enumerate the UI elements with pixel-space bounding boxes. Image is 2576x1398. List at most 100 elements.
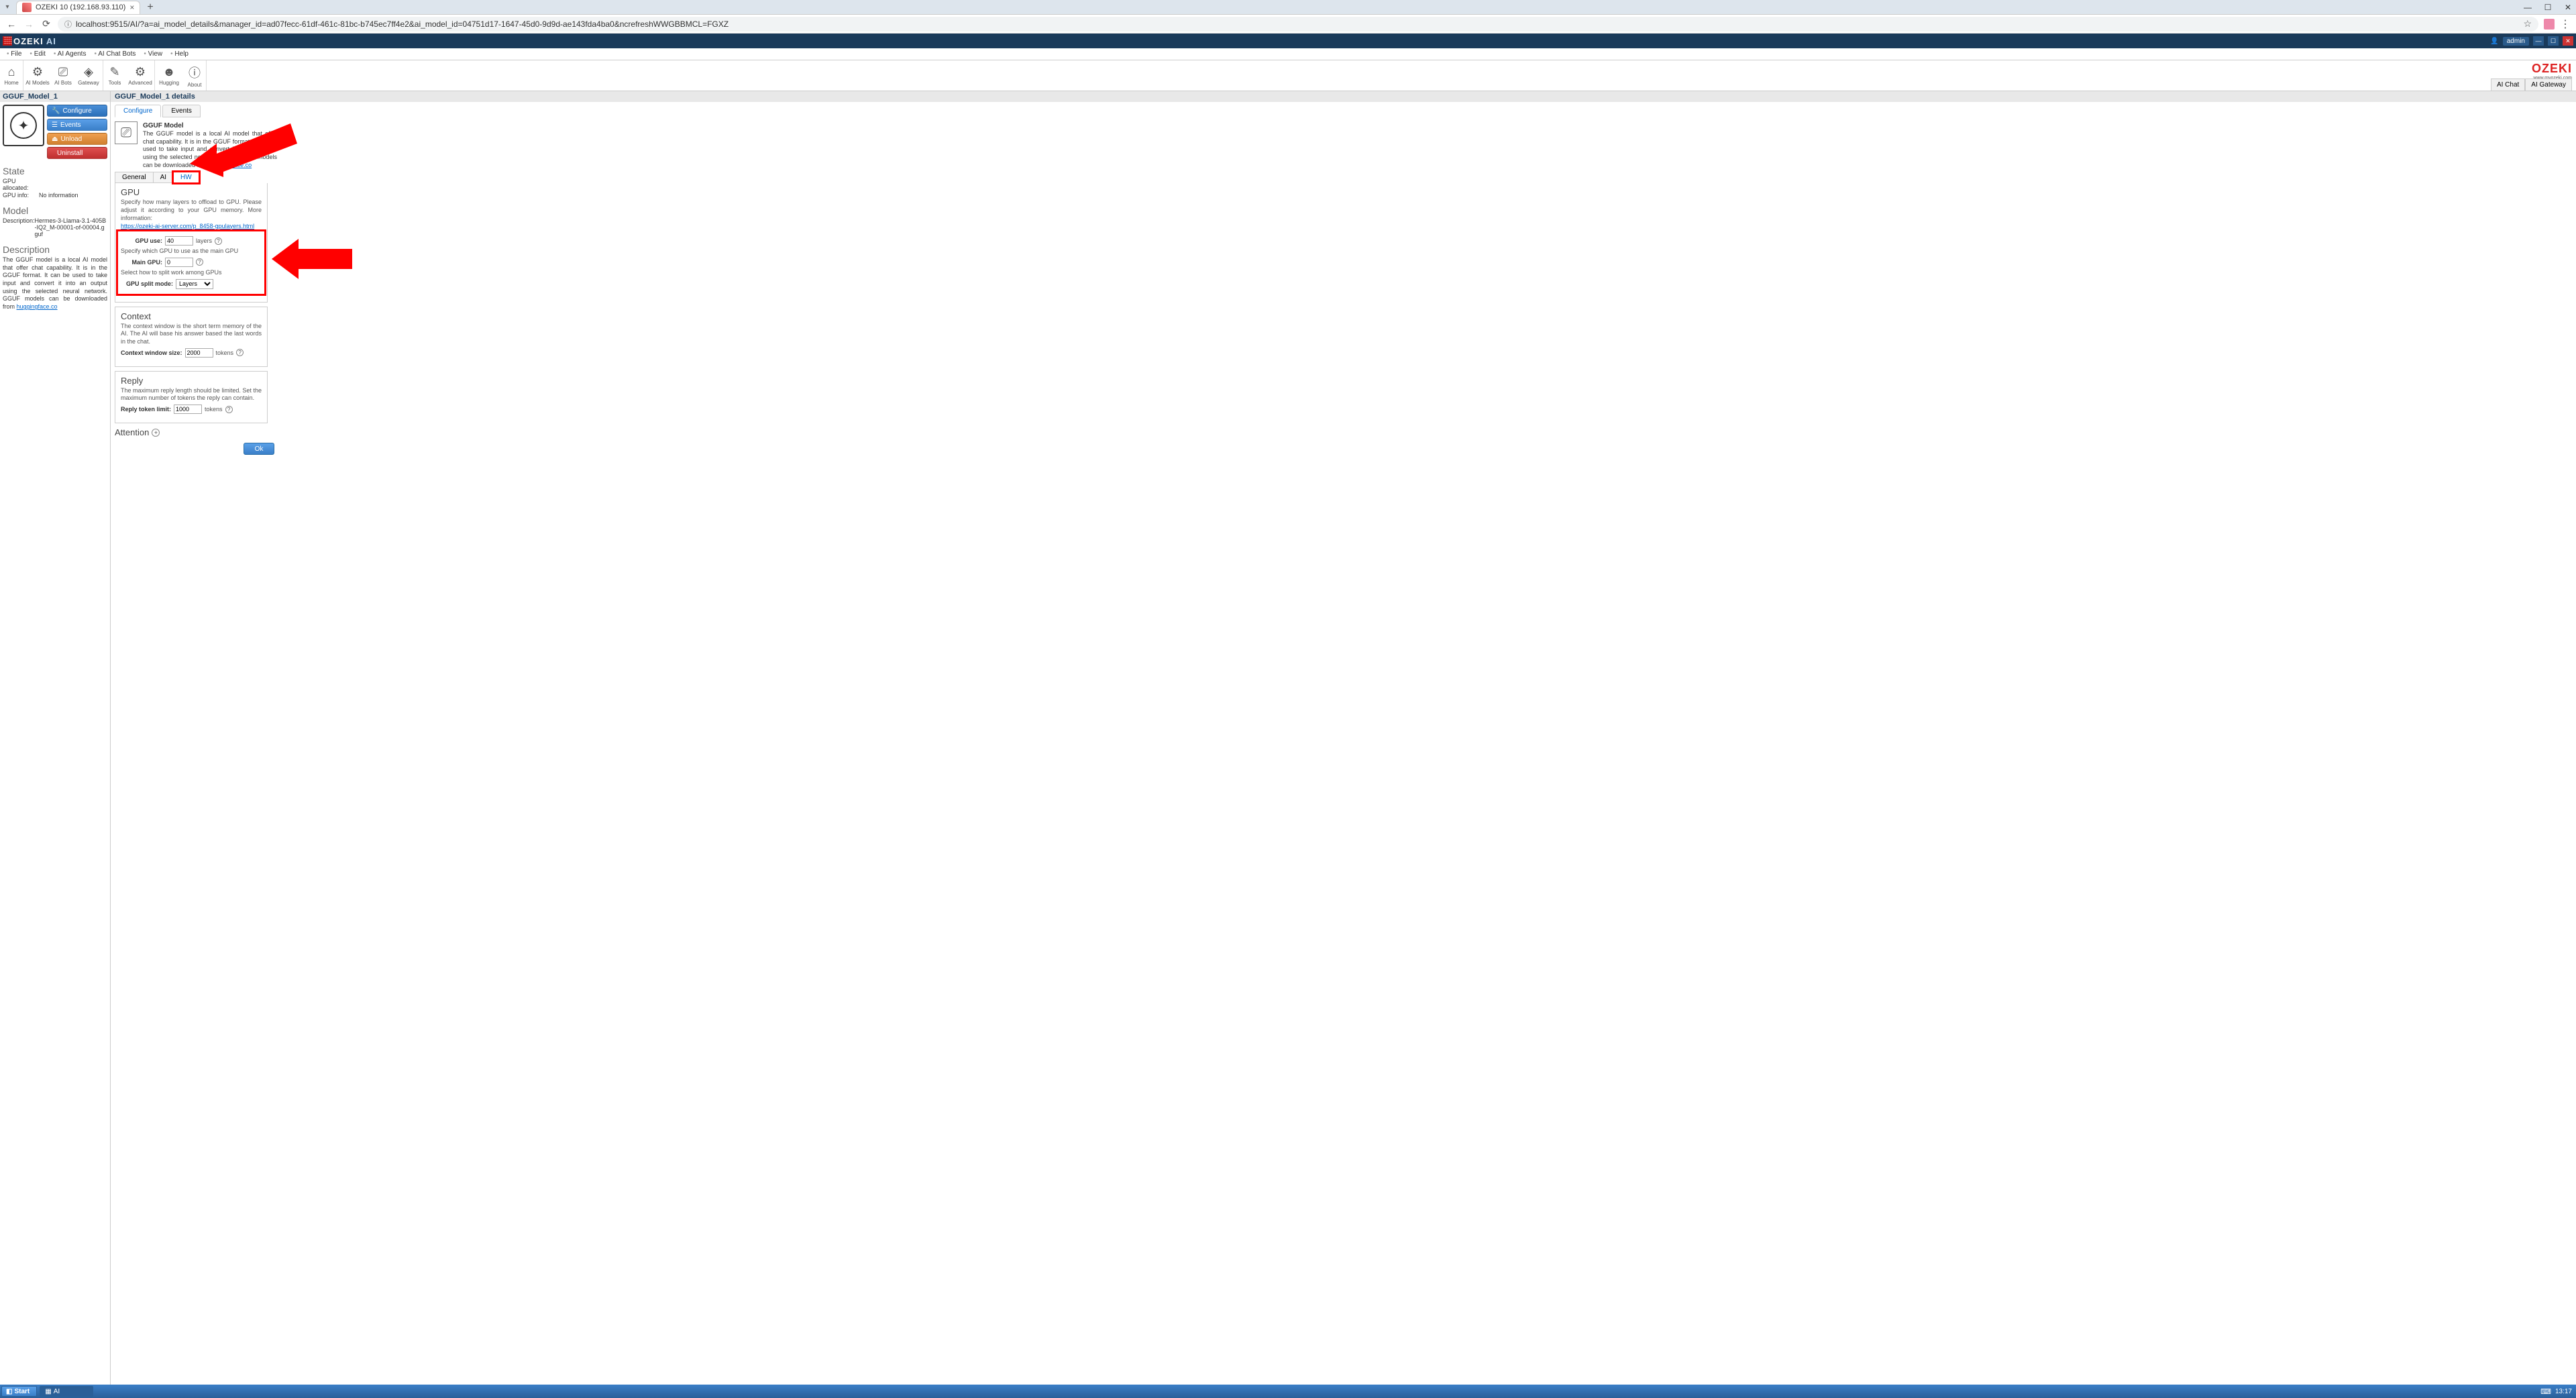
description-text: The GGUF model is a local AI model that … — [3, 256, 107, 311]
description-title: Description — [3, 244, 107, 255]
gateway-icon: ◈ — [84, 65, 93, 79]
tool-ai-models[interactable]: ⚙AI Models — [23, 60, 52, 91]
subtab-ai[interactable]: AI — [153, 172, 174, 183]
reply-unit: tokens — [205, 406, 223, 413]
help-icon[interactable]: ? — [225, 406, 233, 413]
new-tab-button[interactable]: + — [147, 1, 153, 13]
window-close-button[interactable]: ✕ — [2563, 3, 2573, 12]
bookmark-icon[interactable]: ☆ — [2523, 18, 2532, 30]
browser-tabstrip: ▾ OZEKI 10 (192.168.93.110) × + — ☐ ✕ — [0, 0, 2576, 15]
tool-advanced[interactable]: ⚙Advanced — [126, 60, 154, 91]
wrench-icon: 🔧 — [52, 107, 60, 115]
chrome-menu-icon[interactable]: ⋮ — [2560, 17, 2571, 31]
tool-about[interactable]: ⓘAbout — [183, 60, 206, 91]
menu-help[interactable]: Help — [166, 50, 193, 58]
main-gpu-input[interactable] — [165, 258, 193, 267]
attention-row[interactable]: Attention + — [115, 427, 2572, 437]
menu-file[interactable]: File — [3, 50, 25, 58]
back-button[interactable]: ← — [5, 19, 17, 30]
huggingface-link[interactable]: huggingface.co — [17, 303, 58, 310]
hugging-icon: ☻ — [163, 65, 176, 79]
models-icon: ⚙ — [32, 65, 43, 79]
split-mode-select[interactable]: Layers — [176, 279, 213, 289]
toolbar: ⌂Home ⚙AI Models ⎚AI Bots ◈Gateway ✎Tool… — [0, 60, 2576, 91]
main-gpu-label: Main GPU: — [121, 259, 162, 266]
site-info-icon[interactable]: ⓘ — [64, 19, 72, 30]
tab-dropdown[interactable]: ▾ — [0, 0, 15, 15]
gpu-desc: Specify how many layers to offload to GP… — [121, 199, 262, 230]
content: GGUF_Model_1 details Configure Events ⎚ … — [111, 91, 2576, 1385]
subtab-ai-gateway[interactable]: AI Gateway — [2525, 78, 2572, 91]
help-icon[interactable]: ? — [236, 349, 244, 356]
unload-button[interactable]: ⏏Unload — [47, 133, 107, 145]
home-icon: ⌂ — [8, 65, 15, 79]
menu-edit[interactable]: Edit — [25, 50, 50, 58]
keyboard-icon[interactable]: ⌨ — [2540, 1387, 2551, 1396]
task-item-ai[interactable]: ▦AI — [40, 1386, 93, 1397]
gpu-use-input[interactable] — [165, 236, 193, 246]
gpu-allocated-label: GPU allocated: — [3, 178, 39, 191]
forward-button[interactable]: → — [23, 19, 35, 30]
tab-configure[interactable]: Configure — [115, 105, 161, 117]
extension-icon[interactable] — [2544, 19, 2555, 30]
menu-view[interactable]: View — [140, 50, 166, 58]
tool-tools[interactable]: ✎Tools — [103, 60, 126, 91]
reply-limit-label: Reply token limit: — [121, 406, 171, 413]
app-header: OZEKI AI 👤 admin — ☐ ✕ — [0, 34, 2576, 48]
help-icon[interactable]: ? — [196, 258, 203, 266]
gpu-layers-link[interactable]: https://ozeki-ai-server.com/p_8458-gpula… — [121, 223, 254, 229]
reply-limit-input[interactable] — [174, 405, 202, 414]
context-size-label: Context window size: — [121, 350, 182, 356]
help-icon[interactable]: ? — [215, 237, 222, 245]
model-compass-icon — [3, 105, 44, 146]
url-box[interactable]: ⓘ localhost:9515/AI/?a=ai_model_details&… — [58, 17, 2538, 32]
logo-grid-icon — [3, 36, 12, 46]
context-panel: Context The context window is the short … — [115, 307, 268, 367]
window-maximize-button[interactable]: ☐ — [2542, 3, 2553, 12]
content-title: GGUF_Model_1 details — [111, 91, 2576, 102]
menu-ai-agents[interactable]: AI Agents — [50, 50, 91, 58]
tab-events[interactable]: Events — [162, 105, 201, 117]
subtab-ai-chat[interactable]: AI Chat — [2491, 78, 2525, 91]
app-maximize-button[interactable]: ☐ — [2548, 36, 2559, 46]
tool-home[interactable]: ⌂Home — [0, 60, 23, 91]
left-panel: GGUF_Model_1 🔧Configure ☰Events ⏏Unload … — [0, 91, 111, 1385]
start-button[interactable]: ◧Start — [1, 1386, 37, 1397]
reply-panel: Reply The maximum reply length should be… — [115, 371, 268, 423]
user-name[interactable]: admin — [2503, 37, 2529, 46]
browser-tab[interactable]: OZEKI 10 (192.168.93.110) × — [16, 1, 140, 14]
reload-button[interactable]: ⟳ — [40, 18, 52, 30]
model-desc-label: Description: — [3, 217, 35, 237]
gpu-info-value: No information — [39, 192, 78, 199]
tool-gateway[interactable]: ◈Gateway — [74, 60, 103, 91]
expand-icon[interactable]: + — [152, 429, 160, 437]
gpu-use-unit: layers — [196, 237, 212, 244]
subtab-general[interactable]: General — [115, 172, 154, 183]
context-desc: The context window is the short term mem… — [121, 323, 262, 346]
menu-bar: File Edit AI Agents AI Chat Bots View He… — [0, 48, 2576, 60]
menu-ai-chat-bots[interactable]: AI Chat Bots — [90, 50, 140, 58]
events-button[interactable]: ☰Events — [47, 119, 107, 131]
tab-title: OZEKI 10 (192.168.93.110) — [36, 3, 125, 11]
model-title: Model — [3, 205, 107, 216]
context-size-input[interactable] — [185, 348, 213, 358]
brand-name: OZEKI — [2532, 62, 2572, 76]
tab-close-icon[interactable]: × — [129, 3, 134, 12]
start-icon: ◧ — [6, 1388, 12, 1395]
gpu-panel: GPU Specify how many layers to offload t… — [115, 183, 268, 302]
tool-ai-bots[interactable]: ⎚AI Bots — [52, 60, 74, 91]
configure-button[interactable]: 🔧Configure — [47, 105, 107, 117]
ok-button[interactable]: Ok — [244, 443, 274, 455]
uninstall-button[interactable]: Uninstall — [47, 147, 107, 159]
tool-hugging[interactable]: ☻Hugging — [155, 60, 183, 91]
app-minimize-button[interactable]: — — [2533, 36, 2544, 46]
app-close-button[interactable]: ✕ — [2563, 36, 2573, 46]
advanced-icon: ⚙ — [135, 65, 146, 79]
context-unit: tokens — [216, 350, 234, 356]
window-minimize-button[interactable]: — — [2522, 3, 2533, 12]
user-icon: 👤 — [2490, 38, 2498, 45]
url-text: localhost:9515/AI/?a=ai_model_details&ma… — [76, 19, 2519, 29]
gpu-info-label: GPU info: — [3, 192, 39, 199]
main-gpu-desc: Specify which GPU to use as the main GPU — [121, 248, 262, 256]
context-title: Context — [121, 311, 262, 321]
